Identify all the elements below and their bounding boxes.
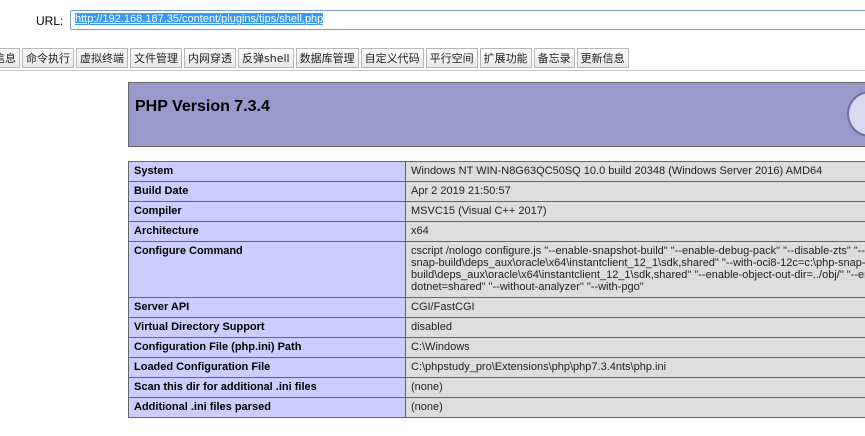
tab-8[interactable]: 平行空间 [425,48,478,68]
phpinfo-content: PHP Version 7.3.4 System Windows NT WIN-N… [128,82,865,418]
table-row: Server API CGI/FastCGI [128,297,865,318]
phpinfo-table: System Windows NT WIN-N8G63QC50SQ 10.0 bu… [128,161,865,418]
tab-7[interactable]: 自定义代码 [360,48,424,68]
table-row: Loaded Configuration File C:\phpstudy_pro… [128,357,865,378]
row-key: Server API [128,297,406,318]
php-version-title: PHP Version 7.3.4 [135,98,270,115]
row-key: Build Date [128,181,406,202]
tab-0[interactable]: 信息 [0,48,20,68]
tab-4[interactable]: 内网穿透 [184,48,236,68]
row-value: disabled [405,317,865,338]
tab-9[interactable]: 扩展功能 [479,48,532,68]
table-row: Additional .ini files parsed (none) [128,397,865,418]
row-key: System [128,161,406,182]
table-row: Compiler MSVC15 (Visual C++ 2017) [128,201,865,222]
row-value: MSVC15 (Visual C++ 2017) [405,201,865,222]
table-row: Build Date Apr 2 2019 21:50:57 [128,181,865,202]
table-row: Architecture x64 [128,221,865,242]
table-row: Configuration File (php.ini) Path C:\Wind… [128,337,865,358]
url-input[interactable]: http://192.168.187.35/content/plugins/ti… [70,10,865,30]
php-version-header: PHP Version 7.3.4 [128,82,865,147]
tab-3[interactable]: 文件管理 [130,48,182,68]
url-bar: URL: http://192.168.187.35/content/plugi… [0,0,865,42]
row-value: cscript /nologo configure.js "--enable-s… [405,241,865,298]
row-key: Configure Command [128,241,406,298]
row-key: Architecture [128,221,406,242]
tab-5[interactable]: 反弹shell [238,48,294,68]
row-value: C:\Windows [405,337,865,358]
table-row: Configure Command cscript /nologo configu… [128,241,865,298]
table-row: Scan this dir for additional .ini files(… [128,377,865,398]
table-row: Virtual Directory Support disabled [128,317,865,338]
row-value: C:\phpstudy_pro\Extensions\php\php7.3.4n… [405,357,865,378]
table-row: System Windows NT WIN-N8G63QC50SQ 10.0 bu… [128,161,865,182]
tab-strip: 信息命令执行虚拟终端文件管理内网穿透反弹shell数据库管理自定义代码平行空间扩… [0,48,631,68]
row-value: (none) [405,377,865,398]
row-key: Additional .ini files parsed [128,397,406,418]
row-value: CGI/FastCGI [405,297,865,318]
row-key: Configuration File (php.ini) Path [128,337,406,358]
url-value: http://192.168.187.35/content/plugins/ti… [75,13,324,25]
row-value: x64 [405,221,865,242]
tab-10[interactable]: 备忘录 [533,48,575,68]
url-label: URL: [36,14,64,28]
row-value: Apr 2 2019 21:50:57 [405,181,865,202]
row-key: Virtual Directory Support [128,317,406,338]
php-logo-icon [847,91,865,137]
tab-1[interactable]: 命令执行 [22,48,74,68]
tab-2[interactable]: 虚拟终端 [76,48,128,68]
tab-bar: 信息命令执行虚拟终端文件管理内网穿透反弹shell数据库管理自定义代码平行空间扩… [0,44,865,71]
row-key: Loaded Configuration File [128,357,406,378]
tab-11[interactable]: 更新信息 [576,48,629,68]
row-value: (none) [405,397,865,418]
row-key: Compiler [128,201,406,222]
tab-6[interactable]: 数据库管理 [295,48,359,68]
row-key: Scan this dir for additional .ini files [128,377,406,398]
row-value: Windows NT WIN-N8G63QC50SQ 10.0 build 20… [405,161,865,182]
